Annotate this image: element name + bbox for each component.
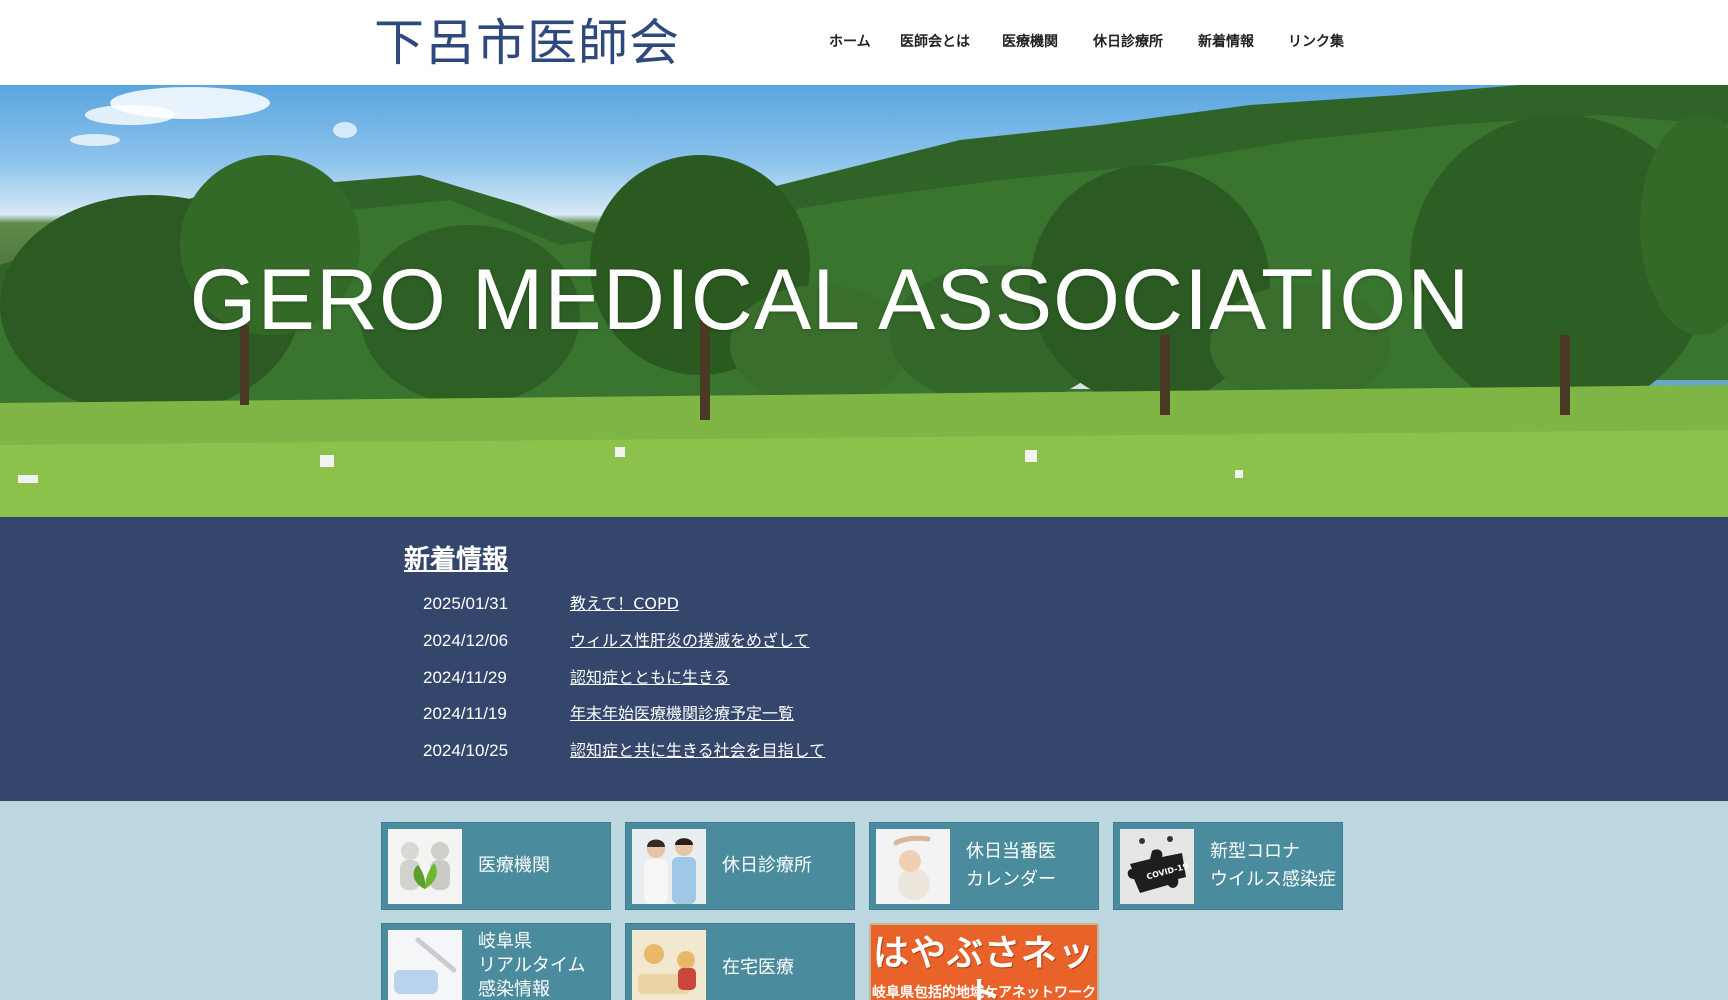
news-date: 2024/10/25 — [423, 741, 509, 760]
nav-item-medical-institutions[interactable]: 医療機関 — [1002, 32, 1058, 52]
news-date: 2024/12/06 — [423, 631, 509, 650]
news-heading[interactable]: 新着情報 — [404, 543, 508, 577]
news-link[interactable]: 教えて！COPD — [570, 591, 679, 617]
news-date: 2024/11/29 — [423, 668, 507, 687]
hero-title: GERO MEDICAL ASSOCIATION — [189, 252, 1471, 348]
mask-thermometer-thumbnail — [388, 930, 462, 1000]
news-item: 2025/01/31 教えて！COPD — [0, 591, 1728, 617]
baby-thumbnail — [876, 829, 950, 904]
nav-item-home[interactable]: ホーム — [829, 32, 871, 52]
tile-gifu-realtime-infection[interactable]: 岐阜県 リアルタイム 感染情報 — [381, 923, 611, 1000]
news-item: 2024/11/29 認知症とともに生きる — [0, 665, 1728, 691]
site-header: 下呂市医師会 ホーム 医師会とは 医療機関 休日診療所 新着情報 リンク集 — [0, 0, 1728, 85]
tile-label: 新型コロナ ウイルス感染症 — [1210, 838, 1336, 894]
leaf-figures-thumbnail — [388, 829, 462, 904]
tile-label-line: 岐阜県 — [478, 931, 532, 952]
banner-subtitle: 岐阜県包括的地域ケアネットワーク — [872, 985, 1096, 1000]
hayabusa-net-banner[interactable]: はやぶさネット 岐阜県包括的地域ケアネットワーク — [869, 923, 1099, 1000]
main-nav: ホーム 医師会とは 医療機関 休日診療所 新着情報 リンク集 — [0, 32, 1728, 54]
news-date: 2025/01/31 — [423, 594, 509, 613]
tile-label-line: 感染情報 — [478, 979, 550, 1000]
hero-banner: GERO MEDICAL ASSOCIATION — [0, 85, 1728, 517]
tile-holiday-clinic[interactable]: 休日診療所 — [625, 822, 855, 910]
tile-label-line: 休日当番医 — [966, 841, 1056, 862]
quick-links-section — [0, 801, 1728, 1000]
news-link[interactable]: 認知症とともに生きる — [570, 665, 730, 691]
tile-label-line: リアルタイム — [478, 955, 586, 976]
tile-label: 休日当番医 カレンダー — [966, 838, 1056, 894]
covid-puzzle-thumbnail: COVID-19 — [1120, 829, 1194, 904]
home-care-dolls-thumbnail — [632, 930, 706, 1000]
tile-medical-institutions[interactable]: 医療機関 — [381, 822, 611, 910]
tile-label-line: カレンダー — [966, 869, 1056, 890]
tile-home-care[interactable]: 在宅医療 — [625, 923, 855, 1000]
news-item: 2024/12/06 ウィルス性肝炎の撲滅をめざして — [0, 628, 1728, 654]
nav-item-holiday-clinic[interactable]: 休日診療所 — [1093, 32, 1163, 52]
news-item: 2024/11/19 年末年始医療機関診療予定一覧 — [0, 701, 1728, 727]
nav-item-news[interactable]: 新着情報 — [1198, 32, 1254, 52]
news-link[interactable]: ウィルス性肝炎の撲滅をめざして — [570, 628, 810, 654]
news-link[interactable]: 年末年始医療機関診療予定一覧 — [570, 701, 794, 727]
tile-label-line: ウイルス感染症 — [1210, 869, 1336, 890]
nav-item-links[interactable]: リンク集 — [1288, 32, 1344, 52]
tile-label-line: 新型コロナ — [1210, 841, 1300, 862]
news-section: 新着情報 2025/01/31 教えて！COPD 2024/12/06 ウィルス… — [0, 517, 1728, 801]
tile-label: 休日診療所 — [722, 855, 812, 876]
news-date: 2024/11/19 — [423, 704, 507, 723]
tile-label: 在宅医療 — [722, 957, 794, 978]
tile-covid[interactable]: COVID-19 新型コロナ ウイルス感染症 — [1113, 822, 1343, 910]
news-item: 2024/10/25 認知症と共に生きる社会を目指して — [0, 738, 1728, 764]
tile-label: 医療機関 — [478, 855, 550, 876]
tile-label: 岐阜県 リアルタイム 感染情報 — [478, 930, 585, 1000]
news-link[interactable]: 認知症と共に生きる社会を目指して — [570, 738, 825, 764]
tile-holiday-duty-calendar[interactable]: 休日当番医 カレンダー — [869, 822, 1099, 910]
medical-staff-thumbnail — [632, 829, 706, 904]
nav-item-about[interactable]: 医師会とは — [900, 32, 970, 52]
